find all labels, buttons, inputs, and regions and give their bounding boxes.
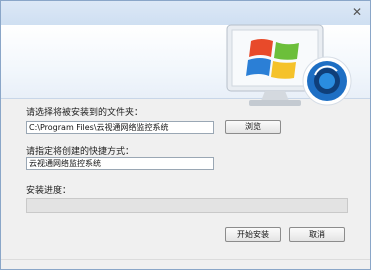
install-dir-field[interactable]: C:\Program Files\云视通网络监控系统 <box>26 121 214 134</box>
progress-label: 安装进度： <box>26 186 72 196</box>
shortcut-field[interactable]: 云视通网络监控系统 <box>26 157 214 170</box>
installer-window: ✕ 请选择将被安装到的文件夹： C:\Program Files\云视通网络监控… <box>0 0 371 270</box>
cancel-button[interactable]: 取消 <box>289 227 345 242</box>
install-dir-label: 请选择将被安装到的文件夹： <box>26 108 144 118</box>
footer-divider <box>1 259 370 260</box>
start-install-button[interactable]: 开始安装 <box>225 227 281 242</box>
install-progress-bar <box>26 198 348 213</box>
close-icon[interactable]: ✕ <box>350 5 364 19</box>
windows-monitor-camera-icon <box>221 23 361 115</box>
title-bar: ✕ <box>1 1 370 25</box>
browse-button[interactable]: 浏览 <box>225 120 281 134</box>
shortcut-label: 请指定将创建的快捷方式： <box>26 147 135 157</box>
